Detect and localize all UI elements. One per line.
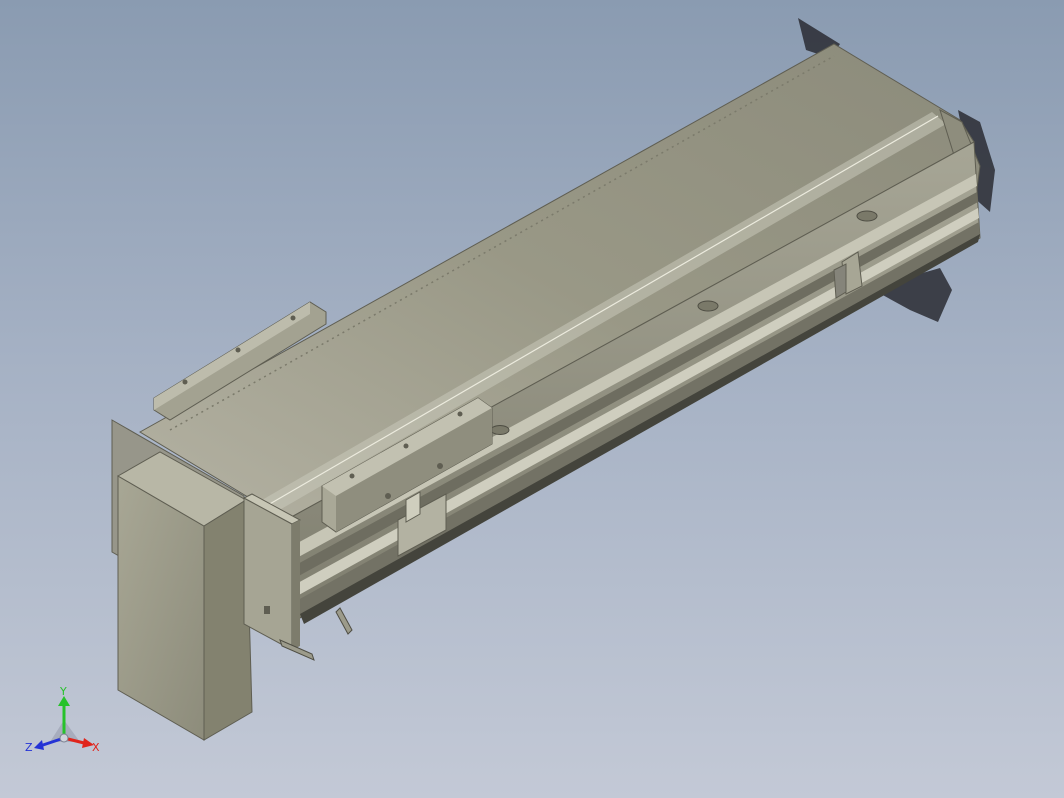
linear-actuator-model[interactable] (0, 0, 1064, 798)
mount-hole (490, 425, 510, 435)
triad-origin (59, 733, 69, 743)
z-arrow-icon (34, 740, 44, 750)
coordinate-triad[interactable]: Y X Z (24, 684, 108, 758)
3d-viewport[interactable]: Y X Z (0, 0, 1064, 798)
screw-head (264, 606, 270, 614)
mount-hole (856, 210, 878, 222)
z-axis-label: Z (25, 741, 33, 754)
mount-hole (697, 300, 719, 312)
end-flange (243, 497, 293, 651)
x-axis-label: X (92, 741, 100, 754)
bolt-stud (335, 607, 353, 635)
y-axis-label: Y (59, 685, 67, 698)
